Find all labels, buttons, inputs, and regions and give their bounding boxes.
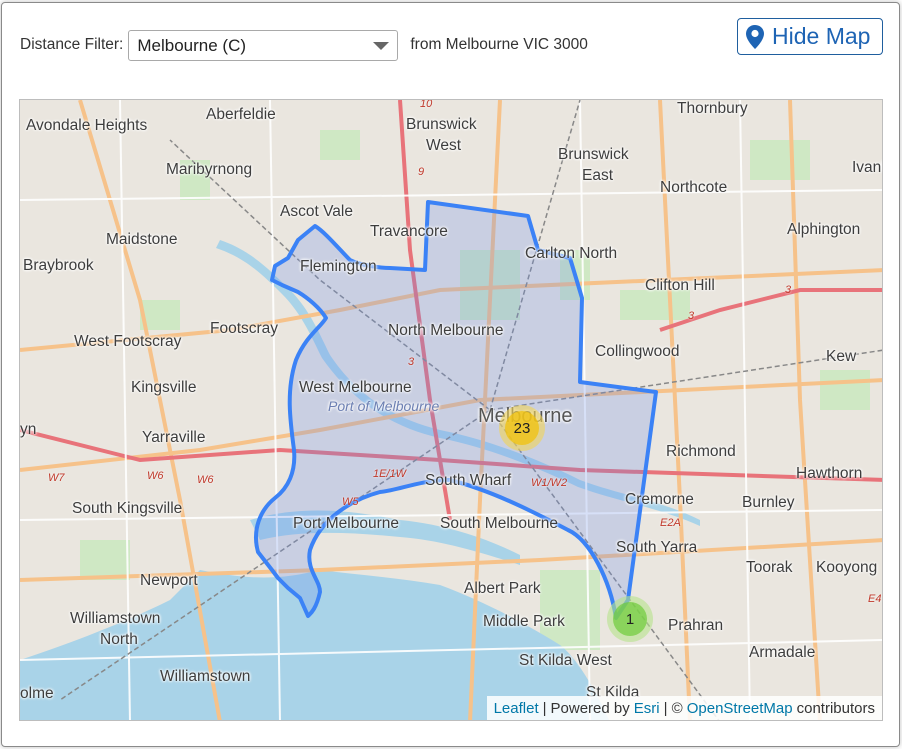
- place-label: Port Melbourne: [293, 515, 399, 532]
- place-label: North: [100, 631, 138, 648]
- esri-link[interactable]: Esri: [634, 700, 660, 717]
- place-label: Williamstown: [160, 668, 251, 685]
- place-label: Kew: [826, 348, 857, 365]
- marker-cluster[interactable]: 1: [607, 596, 653, 642]
- road-number: W6: [197, 474, 214, 486]
- place-label: Clifton Hill: [645, 277, 715, 294]
- road-number: 3: [408, 356, 415, 368]
- road-number: E2A: [660, 517, 681, 529]
- place-label: Williamstown: [70, 610, 161, 627]
- road-number: 9: [418, 166, 425, 178]
- place-label: Toorak: [746, 559, 793, 576]
- place-label: South Wharf: [425, 472, 512, 489]
- place-label: Northcote: [660, 179, 728, 196]
- road-number: 3: [785, 284, 792, 296]
- distance-filter-row: Distance Filter: Melbourne (C) from Melb…: [20, 29, 588, 61]
- map-view[interactable]: Avondale Heights Aberfeldie Maribyrnong …: [19, 99, 883, 721]
- map-marker-icon: [746, 24, 764, 49]
- water-label: Port of Melbourne: [328, 398, 440, 414]
- map-attribution: Leaflet | Powered by Esri | © OpenStreet…: [486, 696, 882, 720]
- place-label: Alphington: [787, 221, 861, 238]
- place-label: Brunswick: [558, 146, 629, 163]
- place-label: South Yarra: [616, 539, 698, 556]
- road-number: E4: [868, 593, 882, 605]
- place-label: Maidstone: [106, 231, 178, 248]
- road-number: 1E/1W: [373, 468, 407, 480]
- place-label: West: [426, 137, 462, 154]
- marker-cluster[interactable]: 23: [499, 405, 545, 451]
- place-label: Richmond: [666, 443, 736, 460]
- place-label: Carlton North: [525, 245, 618, 262]
- road-number: W6: [147, 470, 164, 482]
- distance-filter-value: Melbourne (C): [137, 35, 247, 55]
- place-label: Avondale Heights: [26, 117, 148, 134]
- place-label: Travancore: [370, 223, 448, 240]
- place-label: Footscray: [210, 320, 279, 337]
- place-label: Ascot Vale: [280, 203, 353, 220]
- place-label: Yarraville: [142, 429, 206, 446]
- place-label: West Melbourne: [299, 379, 412, 396]
- place-label: Brunswick: [406, 116, 477, 133]
- marker-cluster-count: 23: [505, 411, 539, 445]
- place-label: St Kilda West: [519, 652, 612, 669]
- attribution-separator: | ©: [663, 699, 683, 717]
- distance-filter-select[interactable]: Melbourne (C): [128, 29, 399, 61]
- place-label: Newport: [140, 572, 198, 589]
- place-label: Albert Park: [464, 580, 541, 597]
- place-label: Thornbury: [677, 100, 748, 117]
- place-label: Kooyong: [816, 559, 878, 576]
- place-label: Cremorne: [625, 491, 694, 508]
- from-location-text: from Melbourne VIC 3000: [410, 36, 588, 53]
- place-label: Braybrook: [23, 257, 94, 274]
- openstreetmap-link[interactable]: OpenStreetMap: [687, 700, 793, 717]
- place-label: South Melbourne: [440, 515, 559, 532]
- distance-filter-label: Distance Filter:: [20, 36, 124, 53]
- powered-by-text: Powered by: [550, 699, 630, 717]
- place-label: Prahran: [668, 617, 724, 634]
- contributors-text: contributors: [796, 699, 875, 717]
- place-label: Flemington: [300, 258, 377, 275]
- place-label: East: [582, 167, 614, 184]
- place-label: South Kingsville: [72, 500, 183, 517]
- road-number: W5: [342, 496, 359, 508]
- place-label: olme: [20, 685, 54, 702]
- marker-cluster-count: 1: [613, 602, 647, 636]
- place-label: Burnley: [742, 494, 795, 511]
- leaflet-link[interactable]: Leaflet: [494, 700, 539, 717]
- place-label: yn: [20, 421, 37, 438]
- road-number: W1/W2: [531, 477, 568, 489]
- chevron-down-icon: [373, 41, 390, 50]
- road-number: W7: [48, 472, 65, 484]
- place-label: North Melbourne: [388, 322, 504, 339]
- place-label: Armadale: [749, 644, 816, 661]
- place-label: Collingwood: [595, 343, 680, 360]
- hide-map-label: Hide Map: [772, 23, 871, 49]
- place-label: Maribyrnong: [166, 161, 253, 178]
- attribution-separator: |: [542, 699, 547, 717]
- place-label: West Footscray: [74, 333, 182, 350]
- place-label: Kingsville: [131, 379, 197, 396]
- place-label: Ivanho: [852, 159, 882, 176]
- place-label: Aberfeldie: [206, 106, 276, 123]
- place-label: Hawthorn: [796, 465, 863, 482]
- place-label: Middle Park: [483, 613, 565, 630]
- road-number: 10: [420, 99, 433, 110]
- hide-map-button[interactable]: Hide Map: [737, 18, 883, 55]
- road-number: 3: [688, 310, 695, 322]
